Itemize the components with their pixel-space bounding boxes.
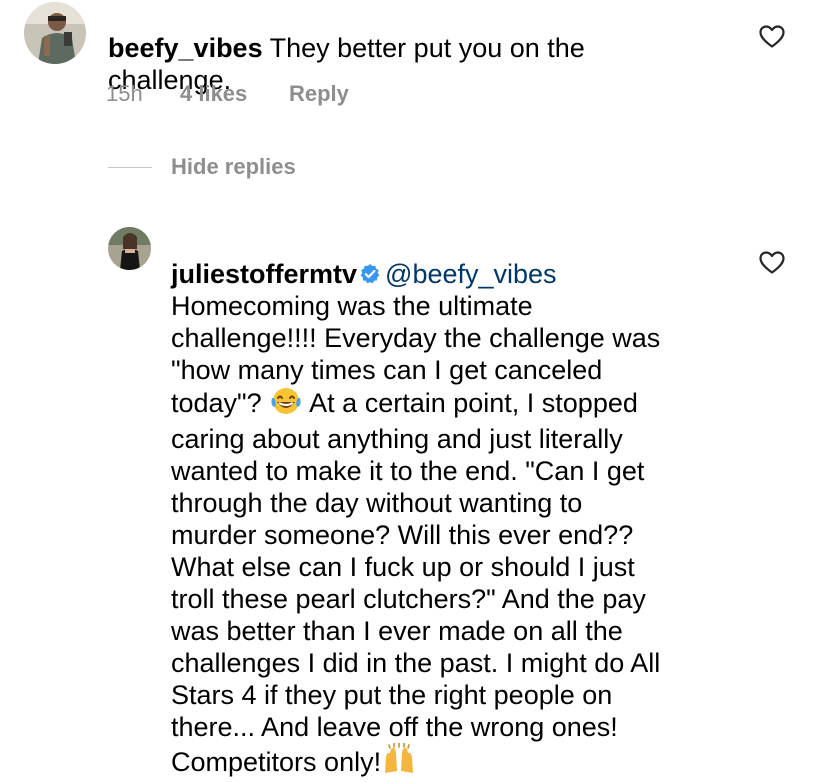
laughing-tears-emoji xyxy=(269,386,303,423)
comment-likes-count[interactable]: 4 likes xyxy=(180,81,247,107)
hide-replies-divider xyxy=(108,167,152,168)
raised-hands-emoji xyxy=(381,742,417,782)
heart-outline-icon[interactable] xyxy=(759,25,785,54)
reply-text: Homecoming was the ultimate challenge!!!… xyxy=(171,258,731,782)
avatar[interactable] xyxy=(108,227,151,270)
hide-replies-button[interactable]: Hide replies xyxy=(171,154,296,180)
comment-meta: 15h 4 likes Reply xyxy=(0,81,828,111)
comment-body-line1: They better put you on the xyxy=(262,33,585,63)
reply-body-part2: At a certain point, I stopped caring abo… xyxy=(171,388,661,777)
avatar[interactable] xyxy=(24,2,86,64)
comment-timestamp: 15h xyxy=(106,81,143,106)
comment-reply-button[interactable]: Reply xyxy=(289,81,349,107)
comment-username[interactable]: beefy_vibes xyxy=(108,33,263,63)
heart-outline-icon[interactable] xyxy=(759,251,785,280)
